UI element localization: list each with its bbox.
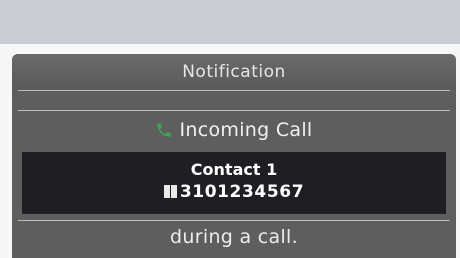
incoming-call-row: Incoming Call [12, 112, 456, 148]
notification-title: Notification [182, 62, 286, 82]
header-divider [18, 90, 450, 91]
phone-number-icon [163, 185, 177, 198]
contact-number-row: 3101234567 [22, 182, 446, 202]
incoming-call-label: Incoming Call [179, 119, 313, 141]
notification-panel: Notification Incoming Call Contact 1 310… [12, 54, 456, 258]
notification-header: Notification [12, 54, 456, 90]
contact-number: 3101234567 [179, 182, 305, 202]
top-background [0, 0, 460, 44]
footer-message: during a call. [170, 226, 298, 248]
contact-name: Contact 1 [190, 160, 278, 179]
section-divider [18, 110, 450, 111]
footer-divider [18, 220, 450, 221]
contact-box[interactable]: Contact 1 3101234567 [22, 152, 446, 214]
phone-handset-icon [157, 123, 172, 137]
